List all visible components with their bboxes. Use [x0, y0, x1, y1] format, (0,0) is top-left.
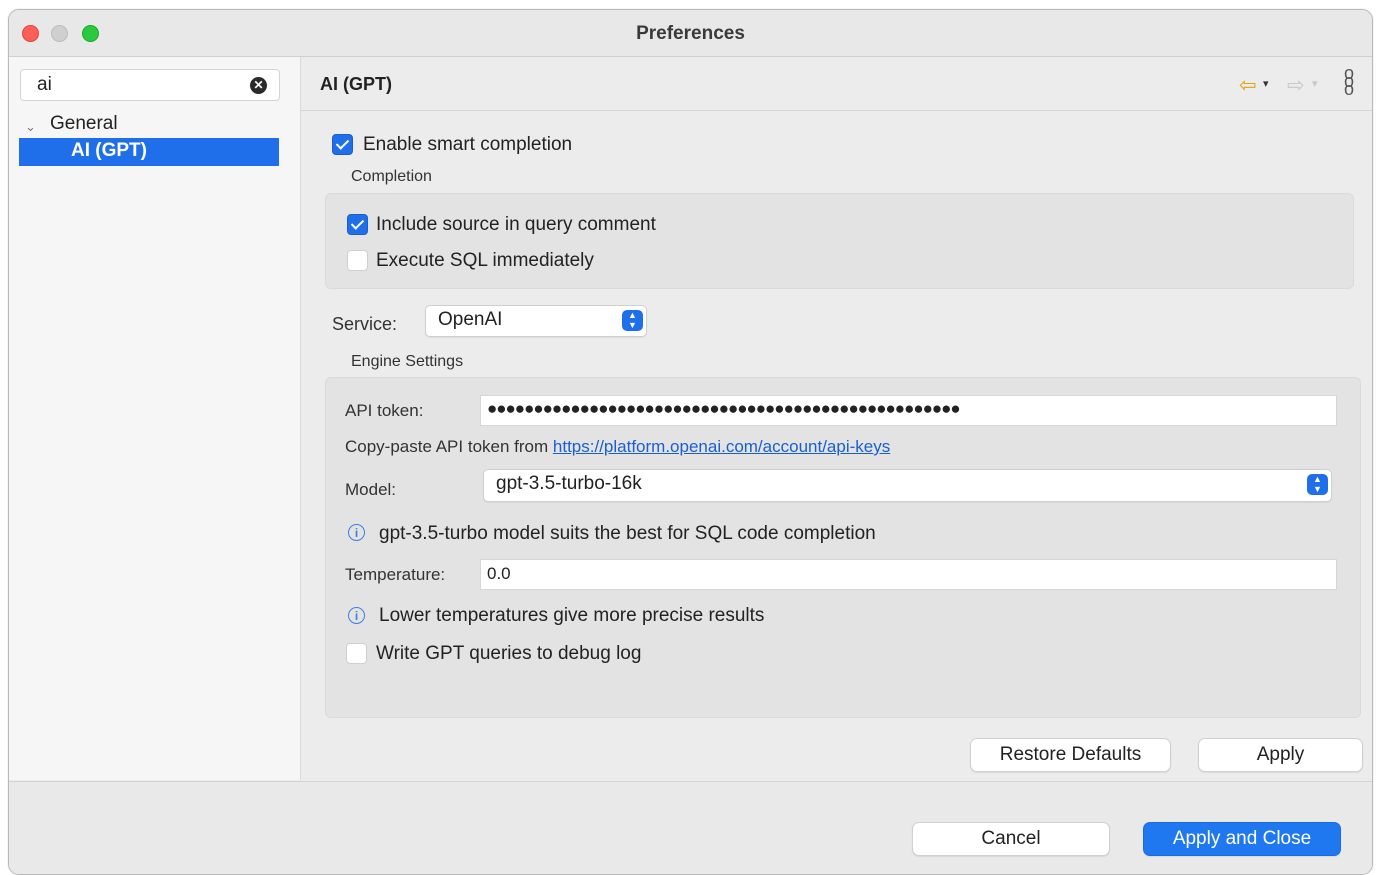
select-arrows-icon: ▲ ▼: [622, 310, 643, 331]
search-input[interactable]: ai ✕: [20, 69, 280, 101]
sidebar: ai ✕ ⌄ General AI (GPT): [9, 57, 301, 780]
preferences-window: Preferences ai ✕ ⌄ General AI (GPT) AI (…: [8, 9, 1373, 875]
tree-item-ai-gpt[interactable]: AI (GPT): [19, 138, 279, 166]
temperature-info-text: Lower temperatures give more precise res…: [379, 605, 765, 626]
debug-log-label: Write GPT queries to debug log: [376, 643, 642, 664]
main-panel: AI (GPT) ⇦ ▾ ⇨ ▾ ooo Enable smart comple…: [301, 57, 1372, 780]
service-select[interactable]: OpenAI ▲ ▼: [425, 305, 647, 337]
api-keys-link[interactable]: https://platform.openai.com/account/api-…: [553, 437, 890, 456]
arrow-right-icon[interactable]: ⇨: [1287, 73, 1305, 98]
enable-smart-completion-checkbox[interactable]: [332, 134, 353, 155]
restore-defaults-button[interactable]: Restore Defaults: [970, 738, 1171, 772]
service-value: OpenAI: [438, 309, 503, 330]
temperature-value: 0.0: [487, 564, 511, 583]
execute-sql-checkbox[interactable]: [347, 250, 368, 271]
execute-sql-label: Execute SQL immediately: [376, 250, 594, 271]
select-arrows-icon: ▲ ▼: [1307, 474, 1328, 495]
model-info-text: gpt-3.5-turbo model suits the best for S…: [379, 523, 876, 544]
service-label: Service:: [332, 314, 398, 334]
engine-settings-label: Engine Settings: [351, 353, 464, 370]
engine-settings-group: API token: ●●●●●●●●●●●●●●●●●●●●●●●●●●●●●…: [325, 377, 1361, 718]
clear-icon[interactable]: ✕: [250, 77, 267, 94]
debug-log-checkbox[interactable]: [346, 643, 367, 664]
cancel-button[interactable]: Cancel: [912, 822, 1110, 856]
api-token-field[interactable]: ●●●●●●●●●●●●●●●●●●●●●●●●●●●●●●●●●●●●●●●●…: [480, 395, 1337, 426]
tree-item-general[interactable]: General: [50, 113, 118, 135]
chevron-down-icon[interactable]: ⌄: [25, 119, 36, 135]
include-source-label: Include source in query comment: [376, 214, 656, 235]
include-source-checkbox[interactable]: [347, 214, 368, 235]
copy-hint: Copy-paste API token from https://platfo…: [345, 437, 890, 457]
dialog-footer: Cancel Apply and Close: [9, 781, 1372, 874]
apply-and-close-button[interactable]: Apply and Close: [1143, 822, 1341, 856]
api-token-label: API token:: [345, 401, 424, 420]
temperature-field[interactable]: 0.0: [480, 559, 1337, 590]
forward-dropdown-icon[interactable]: ▾: [1312, 77, 1318, 90]
arrow-left-icon[interactable]: ⇦: [1239, 73, 1257, 98]
info-icon: i: [348, 607, 365, 624]
model-value: gpt-3.5-turbo-16k: [496, 473, 642, 494]
enable-smart-completion-label: Enable smart completion: [363, 134, 573, 155]
info-icon: i: [348, 524, 365, 541]
model-select[interactable]: gpt-3.5-turbo-16k ▲ ▼: [483, 469, 1332, 502]
completion-group: Include source in query comment Execute …: [325, 193, 1354, 289]
title-bar: Preferences: [9, 10, 1372, 57]
temperature-label: Temperature:: [345, 565, 446, 584]
copy-hint-text: Copy-paste API token from: [345, 437, 549, 456]
search-value[interactable]: ai: [37, 74, 52, 96]
model-label: Model:: [345, 480, 397, 499]
api-token-value: ●●●●●●●●●●●●●●●●●●●●●●●●●●●●●●●●●●●●●●●●…: [487, 399, 961, 418]
back-dropdown-icon[interactable]: ▾: [1263, 77, 1269, 90]
apply-button[interactable]: Apply: [1198, 738, 1363, 772]
window-title: Preferences: [636, 23, 745, 44]
page-header: AI (GPT) ⇦ ▾ ⇨ ▾ ooo: [301, 57, 1372, 111]
completion-group-label: Completion: [351, 168, 432, 185]
vertical-menu-icon[interactable]: ooo: [1344, 64, 1354, 98]
tree-item-label: AI (GPT): [71, 140, 147, 161]
page-title: AI (GPT): [320, 74, 392, 94]
